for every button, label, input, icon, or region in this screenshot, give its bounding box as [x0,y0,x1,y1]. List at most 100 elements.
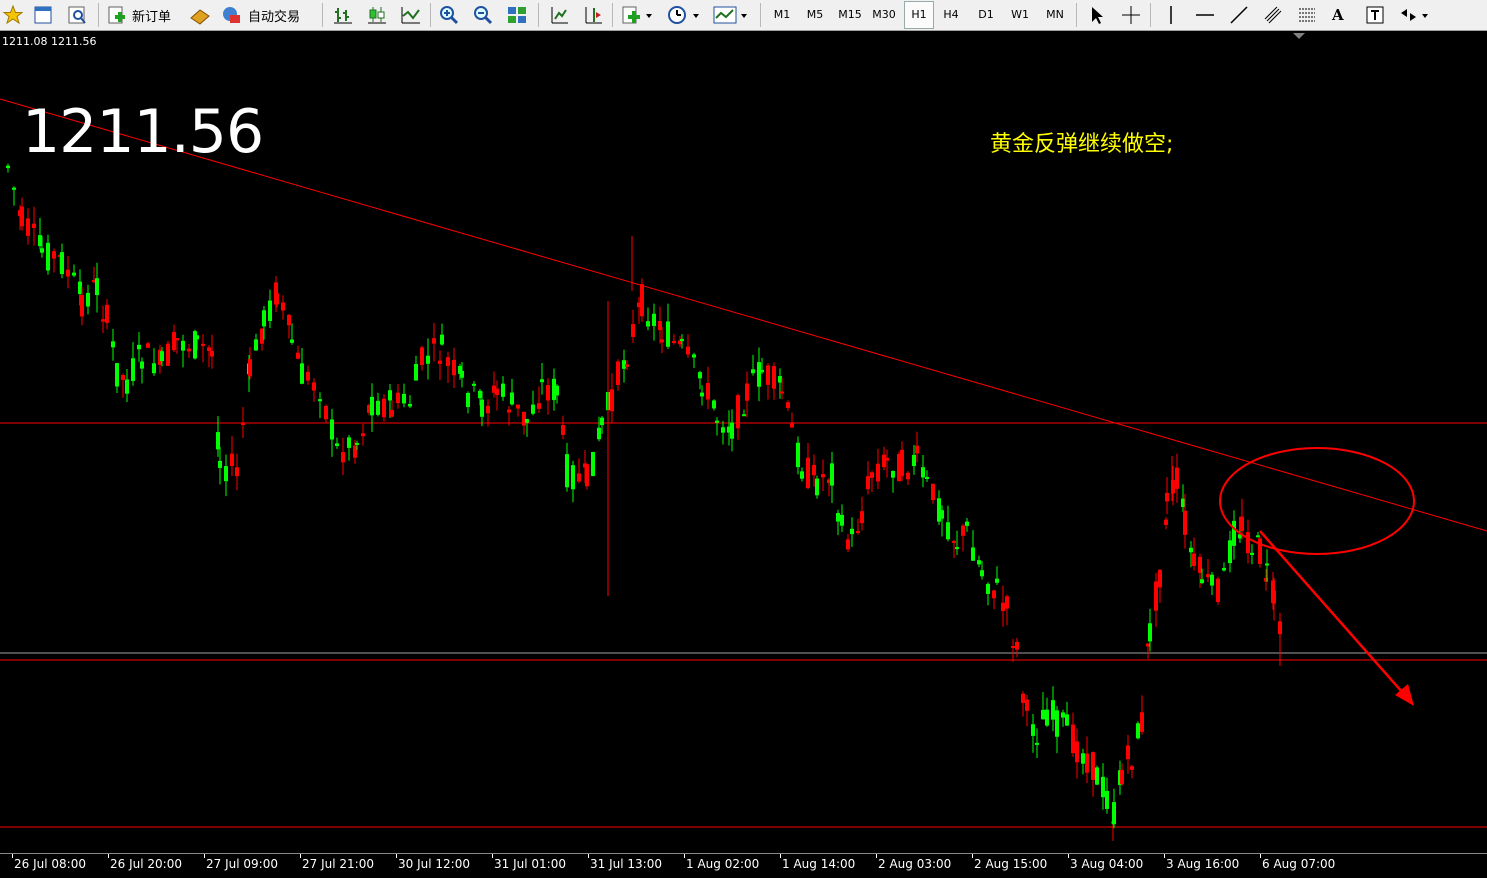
candle-body [370,396,374,416]
text-tool-icon[interactable]: A [1332,0,1344,30]
new-order-icon [108,6,125,24]
candle-body [296,352,300,359]
timeframe-h1[interactable]: H1 [904,1,934,29]
new-chart-icon[interactable] [32,0,54,30]
candle-body [751,369,755,374]
timeframe-m30[interactable]: M30 [868,0,900,30]
candle-body [800,471,804,479]
arrows-icon [1401,9,1428,21]
auto-trading-button[interactable]: 自动交易 [220,0,300,30]
time-tick [492,854,493,858]
crosshair-icon[interactable] [1120,0,1142,30]
new-order-button[interactable]: 新订单 [106,0,171,30]
cursor-icon[interactable] [1086,0,1108,30]
candle-body [486,405,490,414]
forecast-arrow [1259,530,1411,702]
candle-body [376,400,380,415]
candle-body [730,422,734,439]
candle-body [812,464,816,476]
candle-body [706,382,710,400]
tile-windows-icon[interactable] [506,0,528,30]
indicators-dropdown[interactable] [620,0,654,30]
auto-scroll-icon[interactable] [548,0,570,30]
candle-body [652,313,656,326]
candle-body [452,359,456,376]
timeframe-m5[interactable]: M5 [801,0,829,30]
candle-body [1181,498,1185,508]
templates-dropdown[interactable] [712,0,750,30]
timeframe-m15[interactable]: M15 [834,0,866,30]
timeframe-m1[interactable]: M1 [768,0,796,30]
candle-body [172,331,176,351]
time-label: 31 Jul 13:00 [590,857,662,871]
candle-body [830,463,834,486]
candle-body [806,457,810,489]
candle-body [766,365,770,385]
timeframe-d1[interactable]: D1 [972,0,1000,30]
time-label: 31 Jul 01:00 [494,857,566,871]
time-label: 6 Aug 07:00 [1262,857,1336,871]
candle-body [466,392,470,408]
candle-body [986,583,990,594]
annotation-text: 黄金反弹继续做空; [990,132,1174,157]
profiles-icon[interactable] [66,0,88,30]
text-label-icon[interactable] [1364,0,1386,30]
candle-body [1136,723,1140,739]
market-watch-icon[interactable] [188,0,212,30]
candle-body [712,400,716,409]
zoom-in-icon[interactable] [438,0,460,30]
time-label: 2 Aug 03:00 [878,857,952,871]
candle-body [692,354,696,358]
candle-body [347,437,351,448]
candle-body [815,478,819,496]
candle-body [555,385,559,396]
candle-body [1112,802,1116,825]
arrows-dropdown[interactable] [1398,0,1432,30]
candle-body [700,392,704,397]
timeframe-h4[interactable]: H4 [937,0,965,30]
channel-icon[interactable] [1262,0,1284,30]
chart-shift-marker [1293,33,1305,39]
chart-shift-icon[interactable] [582,0,604,30]
candle-body [900,449,904,476]
candlestick-chart-icon[interactable] [366,0,388,30]
candle-body [870,472,874,478]
periods-dropdown[interactable] [666,0,702,30]
candle-body [516,404,520,409]
time-tick [300,854,301,858]
candle-body [537,403,541,409]
trendline-icon[interactable] [1228,0,1250,30]
candle-body [353,445,357,458]
candle-body [995,578,999,583]
candle-body [6,165,10,169]
favorite-star-icon[interactable] [2,0,24,30]
candle-body [885,457,889,461]
time-label: 2 Aug 15:00 [974,857,1048,871]
chart-area[interactable]: 1211.08 1211.56 1211.56 黄金反弹继续做空; [0,31,1487,853]
candle-body [786,402,790,408]
candle-body [742,414,746,417]
indicators-icon [622,6,652,24]
time-tick [1164,854,1165,858]
candle-body [166,343,170,366]
horizontal-line-icon[interactable] [1194,0,1216,30]
time-tick [972,854,973,858]
candle-body [1071,724,1075,754]
candle-body [111,341,115,348]
vertical-line-icon[interactable] [1160,0,1182,30]
zoom-out-icon[interactable] [472,0,494,30]
timeframe-w1[interactable]: W1 [1006,0,1034,30]
candle-body [1021,693,1025,703]
candle-body [912,454,916,467]
timeframe-mn[interactable]: MN [1040,0,1070,30]
candle-body [396,392,400,404]
fibonacci-icon[interactable] [1296,0,1318,30]
bar-chart-icon[interactable] [332,0,354,30]
candle-body [1165,492,1169,502]
candle-body [478,390,482,399]
candle-body [1164,519,1168,525]
candle-body [262,310,266,327]
line-chart-icon[interactable] [400,0,422,30]
candle-body [946,522,950,540]
candle-body [312,382,316,391]
